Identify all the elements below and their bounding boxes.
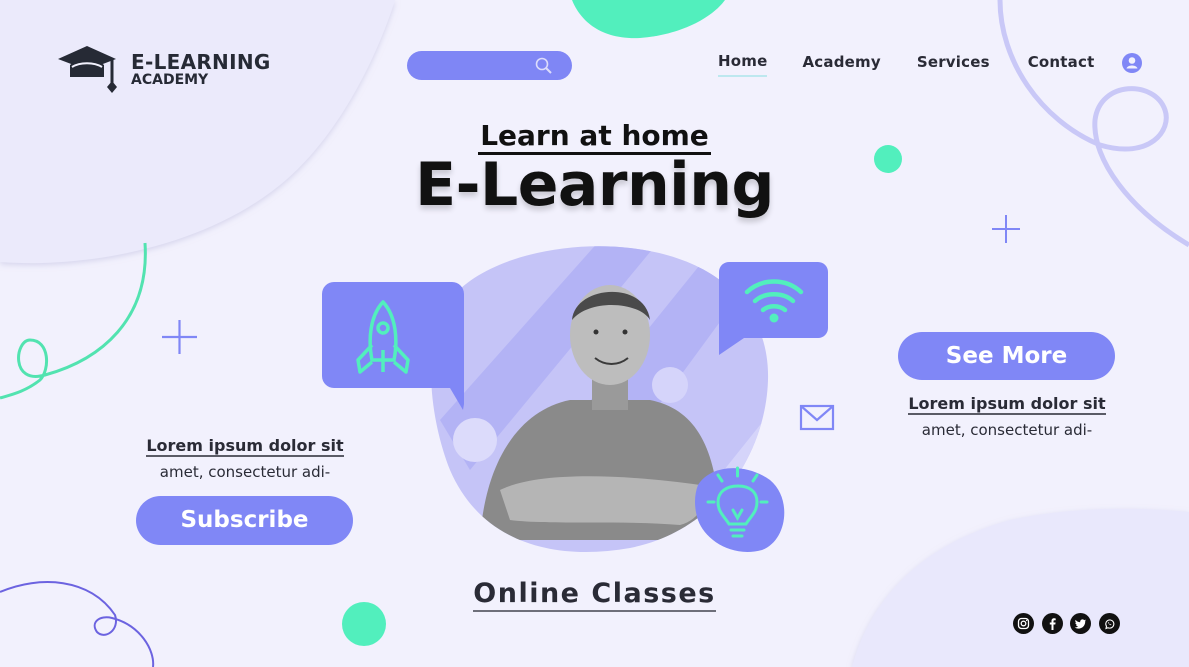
main-nav: Home Academy Services Contact bbox=[718, 52, 1143, 77]
nav-academy[interactable]: Academy bbox=[802, 53, 880, 76]
right-info-body: amet, consectetur adi- bbox=[921, 421, 1093, 439]
facebook-link[interactable] bbox=[1041, 613, 1063, 634]
subscribe-button[interactable]: Subscribe bbox=[136, 496, 353, 545]
hero-heading: E-Learning bbox=[415, 150, 774, 220]
right-info-title: Lorem ipsum dolor sit bbox=[908, 394, 1106, 415]
green-curve-left bbox=[0, 242, 147, 400]
user-icon[interactable] bbox=[1122, 52, 1143, 73]
whatsapp-link[interactable] bbox=[1098, 613, 1120, 634]
instagram-icon bbox=[1017, 617, 1030, 630]
lightbulb-badge bbox=[695, 466, 785, 552]
nav-services[interactable]: Services bbox=[917, 53, 990, 76]
search-icon[interactable] bbox=[534, 56, 554, 76]
search-bar[interactable] bbox=[407, 51, 572, 80]
hero-subheading: Learn at home bbox=[0, 119, 1189, 155]
brand-subtitle: ACADEMY bbox=[131, 71, 209, 88]
brand-logo[interactable]: E-LEARNING ACADEMY bbox=[56, 43, 271, 95]
search-input[interactable] bbox=[419, 55, 529, 76]
nav-home[interactable]: Home bbox=[718, 52, 768, 77]
hero-illustration bbox=[322, 246, 835, 552]
left-info-title: Lorem ipsum dolor sit bbox=[146, 436, 344, 457]
graduation-cap-icon bbox=[58, 46, 117, 93]
instagram-link[interactable] bbox=[1013, 613, 1034, 634]
facebook-icon bbox=[1049, 618, 1056, 630]
right-info-block: Lorem ipsum dolor sit amet, consectetur … bbox=[882, 394, 1132, 439]
nav-contact[interactable]: Contact bbox=[1028, 53, 1095, 76]
twitter-link[interactable] bbox=[1070, 613, 1091, 634]
left-info-block: Lorem ipsum dolor sit amet, consectetur … bbox=[120, 436, 370, 481]
social-links bbox=[1013, 613, 1127, 634]
plus-left bbox=[162, 320, 197, 354]
wifi-bubble bbox=[718, 261, 828, 355]
twitter-icon bbox=[1074, 619, 1086, 629]
green-blob-top bbox=[572, 0, 725, 39]
whatsapp-icon bbox=[1104, 619, 1114, 630]
brand-title: E-LEARNING bbox=[131, 49, 271, 74]
see-more-button[interactable]: See More bbox=[898, 332, 1115, 380]
online-classes-caption: Online Classes bbox=[0, 578, 1189, 612]
left-info-body: amet, consectetur adi- bbox=[159, 463, 331, 481]
mail-icon bbox=[799, 404, 835, 431]
